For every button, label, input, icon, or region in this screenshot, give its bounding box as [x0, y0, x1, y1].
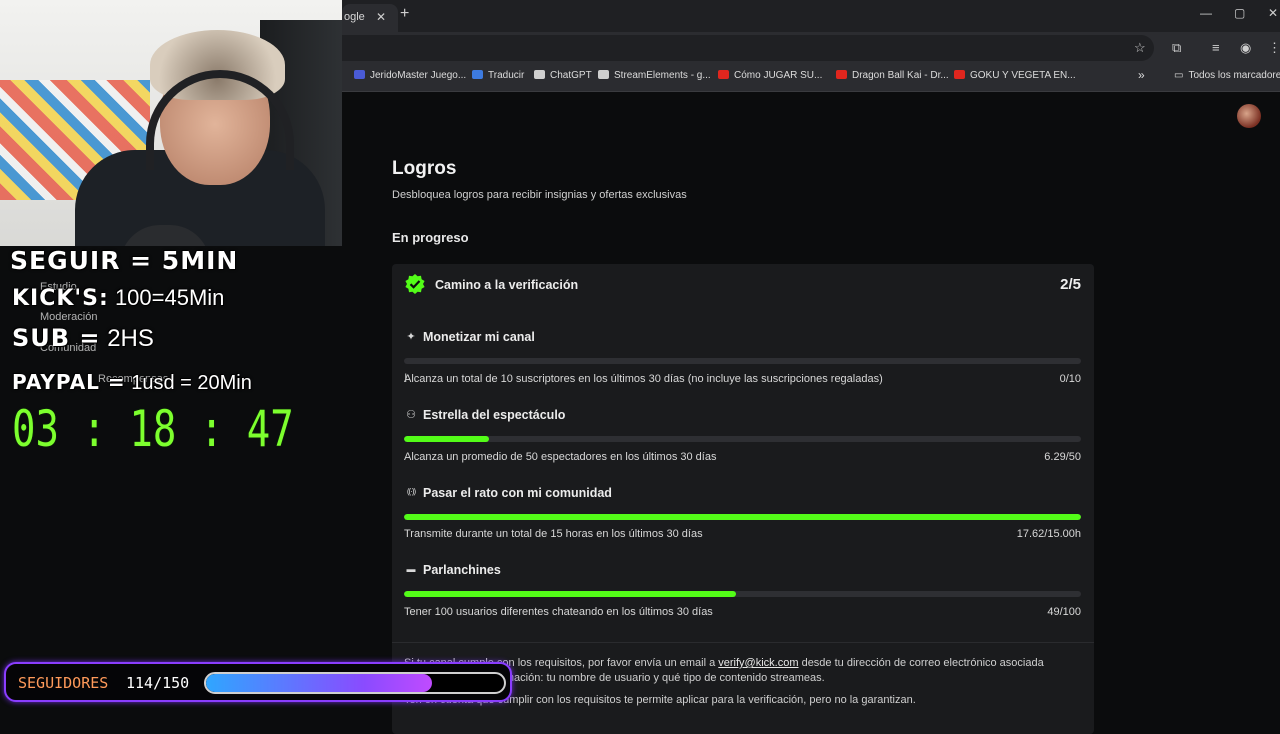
bookmark-favicon-icon [354, 70, 365, 79]
achievement-title: Pasar el rato con mi comunidad [423, 486, 612, 500]
browser-toolbar: ☆ ⧉ ≡ ◉ ⋮ [342, 32, 1280, 64]
bookmark-item[interactable]: JeridoMaster Juego... [354, 70, 466, 81]
browser-tab[interactable]: ogle ✕ [342, 4, 398, 32]
tab-title: ogle [344, 11, 365, 23]
achievement-title: Parlanchines [423, 563, 501, 577]
browser-tab-bar: ogle ✕ + — ▢ ✕ [342, 0, 1280, 32]
achievement-description: Alcanza un promedio de 50 espectadores e… [404, 451, 717, 463]
verified-check-icon [405, 274, 425, 294]
bookmark-favicon-icon [472, 70, 483, 79]
bookmark-favicon-icon [954, 70, 965, 79]
achievement-value: 17.62/15.00h [1016, 528, 1081, 540]
followers-goal-widget: SEGUIDORES 114/150 [4, 662, 512, 702]
bookmark-item[interactable]: Dragon Ball Kai - Dr... [836, 70, 949, 81]
card-progress-count: 2/5 [1060, 276, 1081, 293]
achievement-progress-bar [404, 591, 1081, 597]
card-title: Camino a la verificación [435, 278, 579, 292]
user-avatar[interactable] [1237, 104, 1261, 128]
overlay-paypal-rule: PAYPAL = 1usd = 20Min [12, 370, 252, 394]
webcam-feed [0, 0, 342, 246]
media-icon[interactable]: ≡ [1212, 40, 1220, 55]
folder-icon: ▭ [1174, 70, 1184, 81]
overlay-follow-rule: SEGUIR = 5MIN [10, 246, 239, 275]
achievement-description: Transmite durante un total de 15 horas e… [404, 528, 703, 540]
stream-timer: 03 : 18 : 47 [12, 400, 294, 458]
achievement-value: 49/100 [1047, 606, 1081, 618]
text-cursor-icon: I [404, 371, 408, 385]
bookmarks-bar: JeridoMaster Juego... Traducir ChatGPT S… [342, 64, 1280, 92]
page-subtitle: Desbloquea logros para recibir insignias… [392, 189, 687, 201]
viewers-icon: ⚇ [406, 409, 416, 421]
bookmarks-overflow-icon[interactable]: » [1138, 68, 1145, 82]
progress-fill [404, 514, 1081, 520]
bookmark-item[interactable]: Traducir [472, 70, 524, 81]
chat-icon: ▬ [406, 564, 416, 574]
close-window-icon[interactable]: ✕ [1268, 6, 1278, 20]
bookmark-favicon-icon [718, 70, 729, 79]
page-title: Logros [392, 158, 457, 179]
followers-goal-count: 114/150 [126, 674, 190, 692]
close-tab-icon[interactable]: ✕ [376, 10, 386, 24]
sidebar-ghost-item: Moderación [40, 311, 98, 323]
achievement-title: Monetizar mi canal [423, 330, 535, 344]
followers-goal-label: SEGUIDORES [18, 674, 109, 692]
followers-progress-bar [204, 672, 506, 694]
sparkle-icon: ✦ [406, 331, 416, 343]
bookmark-favicon-icon [598, 70, 609, 79]
achievement-value: 0/10 [1059, 373, 1081, 385]
followers-progress-fill [206, 674, 433, 692]
section-heading: En progreso [392, 230, 469, 245]
address-bar[interactable] [342, 35, 1154, 61]
achievement-description: Tener 100 usuarios diferentes chateando … [404, 606, 713, 618]
progress-fill [404, 591, 736, 597]
achievement-progress-bar [404, 514, 1081, 520]
bookmark-item[interactable]: StreamElements - g... [598, 70, 711, 81]
progress-fill [404, 436, 490, 442]
bookmark-favicon-icon [534, 70, 545, 79]
all-bookmarks-folder[interactable]: ▭ Todos los marcadores [1174, 70, 1280, 81]
minimize-icon[interactable]: — [1200, 6, 1212, 20]
extension-icon[interactable]: ◉ [1240, 40, 1251, 56]
bookmark-item[interactable]: Cómo JUGAR SU... [718, 70, 822, 81]
menu-icon[interactable]: ⋮ [1268, 40, 1280, 56]
star-icon[interactable]: ☆ [1134, 40, 1146, 56]
extensions-icon[interactable]: ⧉ [1172, 40, 1181, 56]
achievement-description: Alcanza un total de 10 suscriptores en l… [404, 373, 883, 385]
bookmark-item[interactable]: GOKU Y VEGETA EN... [954, 70, 1076, 81]
achievement-progress-bar [404, 358, 1081, 364]
new-tab-icon[interactable]: + [400, 5, 409, 23]
achievement-value: 6.29/50 [1044, 451, 1081, 463]
overlay-kicks-rule: KICK'S: 100=45Min [12, 285, 225, 311]
achievement-progress-bar [404, 436, 1081, 442]
card-divider [392, 642, 1094, 643]
verify-email-link[interactable]: verify@kick.com [718, 657, 798, 669]
overlay-sub-rule: SUB = 2HS [12, 324, 154, 352]
bookmark-favicon-icon [836, 70, 847, 79]
achievement-title: Estrella del espectáculo [423, 408, 566, 422]
broadcast-icon: ((·)) [406, 487, 416, 496]
bookmark-item[interactable]: ChatGPT [534, 70, 592, 81]
restore-icon[interactable]: ▢ [1234, 6, 1245, 20]
